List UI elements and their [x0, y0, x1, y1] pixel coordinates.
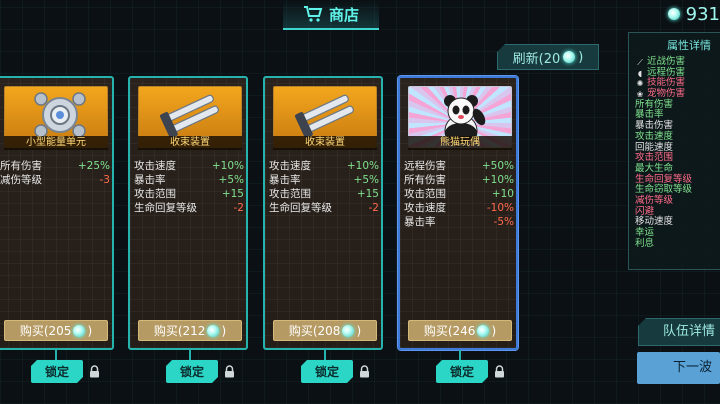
- bow-icon: ◖: [637, 68, 643, 78]
- shopping-cart-icon: [303, 6, 323, 22]
- lock-button[interactable]: 锁定: [301, 360, 353, 383]
- attribute-row: 攻击速度: [635, 130, 692, 143]
- attributes-title: 属性详情: [667, 39, 711, 52]
- shop-item-card[interactable]: 小型能量单元 所有伤害 +25% 减伤等级 -3 购买(205 ): [0, 76, 114, 350]
- team-details-button[interactable]: 队伍详情: [638, 318, 720, 346]
- refresh-button[interactable]: 刷新(20 ): [497, 44, 599, 70]
- stat-row: 所有伤害 +10%: [404, 174, 514, 186]
- sword-icon: ⟋: [637, 57, 643, 67]
- refresh-label: 刷新(20: [512, 51, 561, 67]
- lock-button[interactable]: 锁定: [436, 360, 488, 383]
- energy-coin-icon: [563, 51, 576, 63]
- stat-row: 暴击率 +5%: [134, 174, 244, 186]
- energy-coin-icon: [207, 324, 220, 337]
- attribute-row: 最大生命: [635, 162, 692, 175]
- skill-icon: ✺: [636, 79, 644, 89]
- next-wave-button[interactable]: 下一波: [637, 352, 720, 384]
- shop-item-card[interactable]: 收束装置 攻击速度 +10% 暴击率 +5% 攻击范围 +15 生命回复等级 -2 购买…: [128, 76, 248, 350]
- item-name: 熊猫玩偶: [408, 136, 512, 150]
- connector-line: [324, 350, 326, 360]
- lock-icon: [360, 365, 369, 378]
- pet-icon: ❀: [636, 89, 644, 99]
- currency-value: 931: [685, 3, 720, 25]
- currency-display: 931: [667, 2, 720, 26]
- lock-button[interactable]: 锁定: [166, 360, 218, 383]
- stat-row: 攻击范围 +15: [134, 188, 244, 200]
- buy-button[interactable]: 购买(205 ): [4, 320, 108, 341]
- stat-row: 暴击率 -5%: [404, 216, 514, 228]
- stat-row: 生命回复等级 -2: [269, 202, 379, 214]
- lock-icon: [495, 365, 504, 378]
- connector-line: [189, 350, 191, 360]
- stat-row: 攻击速度 -10%: [404, 202, 514, 214]
- energy-coin-icon: [342, 324, 355, 337]
- buy-button[interactable]: 购买(246 ): [408, 320, 512, 341]
- attributes-list: ⟋ 近战伤害 ◖ 远程伤害 ✺ 技能伤害 ❀ 宠物伤害 所有伤害 暴击率 暴击伤害 攻击速度 回能速度攻…: [635, 56, 692, 250]
- stat-row: 生命回复等级 -2: [134, 202, 244, 214]
- energy-coin-icon: [73, 324, 86, 337]
- item-stats: 攻击速度 +10% 暴击率 +5% 攻击范围 +15 生命回复等级 -2: [134, 159, 244, 215]
- stat-row: 减伤等级 -3: [0, 174, 110, 186]
- item-stats: 所有伤害 +25% 减伤等级 -3: [0, 159, 110, 187]
- connector-line: [55, 350, 57, 360]
- stat-row: 所有伤害 +25%: [0, 160, 110, 172]
- attribute-label: 最大生命: [635, 162, 674, 174]
- item-name: 收束装置: [273, 136, 377, 150]
- shop-item-card[interactable]: 收束装置 攻击速度 +10% 暴击率 +5% 攻击范围 +15 生命回复等级 -2 购买…: [263, 76, 383, 350]
- lock-button[interactable]: 锁定: [31, 360, 83, 383]
- attribute-row: 利息: [635, 237, 692, 250]
- stat-row: 攻击速度 +10%: [134, 160, 244, 172]
- buy-button[interactable]: 购买(208 ): [273, 320, 377, 341]
- connector-line: [459, 350, 461, 360]
- stat-row: 攻击速度 +10%: [269, 160, 379, 172]
- attribute-label: 攻击速度: [635, 130, 674, 142]
- energy-coin-icon: [477, 324, 490, 337]
- item-stats: 攻击速度 +10% 暴击率 +5% 攻击范围 +15 生命回复等级 -2: [269, 159, 379, 215]
- item-name: 小型能量单元: [4, 136, 108, 150]
- stat-row: 暴击率 +5%: [269, 174, 379, 186]
- refresh-suffix: ): [578, 49, 584, 65]
- buy-button[interactable]: 购买(212 ): [138, 320, 242, 341]
- stat-row: 攻击范围 +10: [404, 188, 514, 200]
- lock-icon: [225, 365, 234, 378]
- item-name: 收束装置: [138, 136, 242, 150]
- lock-icon: [90, 365, 99, 378]
- shop-item-card[interactable]: 熊猫玩偶 远程伤害 +50% 所有伤害 +10% 攻击范围 +10 攻击速度 -10% …: [398, 76, 518, 350]
- shop-title: 商店: [328, 5, 359, 24]
- shop-title-tab: 商店: [283, 0, 379, 30]
- attributes-panel: 属性详情 ⟋ 近战伤害 ◖ 远程伤害 ✺ 技能伤害 ❀ 宠物伤害 所有伤害 暴击率 暴击伤害 攻击速度…: [628, 32, 720, 270]
- item-stats: 远程伤害 +50% 所有伤害 +10% 攻击范围 +10 攻击速度 -10% 暴击率 -5…: [404, 159, 514, 229]
- energy-coin-icon: [667, 8, 680, 20]
- attribute-label: 利息: [635, 237, 655, 249]
- stat-row: 远程伤害 +50%: [404, 160, 514, 172]
- stat-row: 攻击范围 +15: [269, 188, 379, 200]
